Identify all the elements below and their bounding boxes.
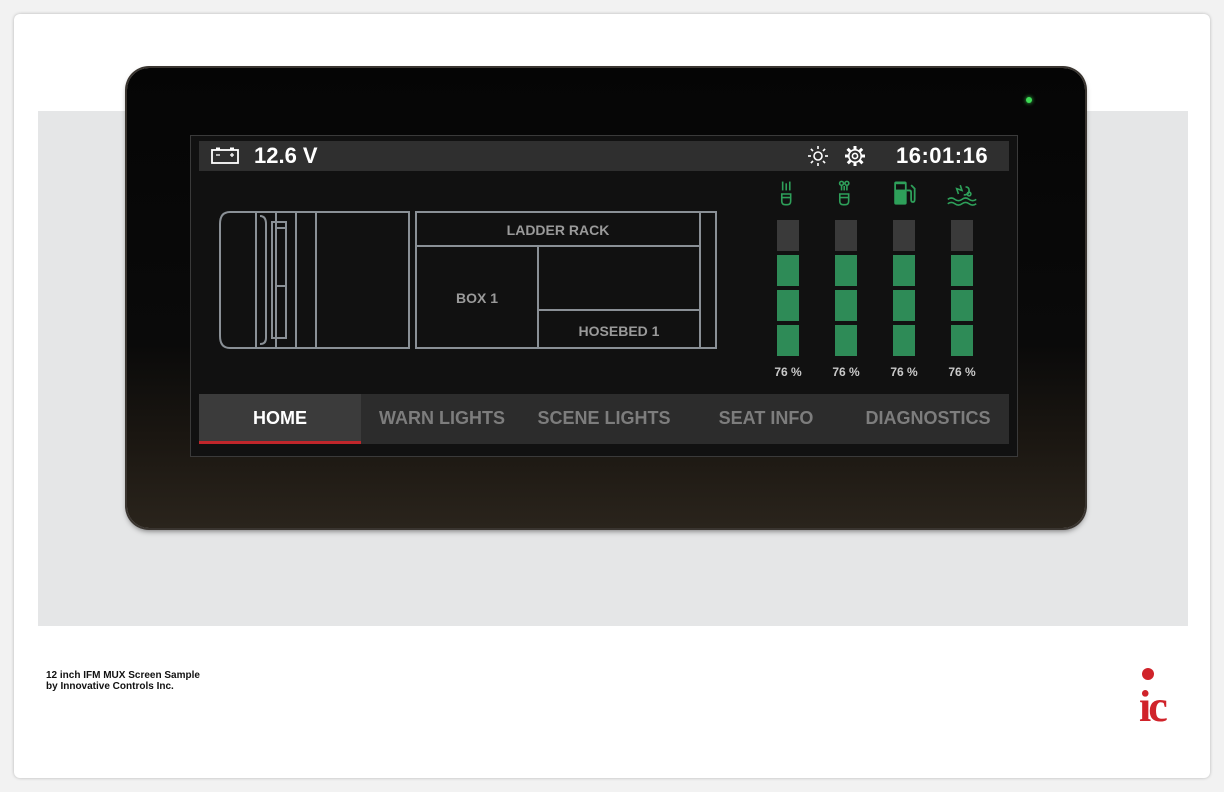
gauge-segment [893,290,915,321]
gauge-segment [893,255,915,286]
compartment-ladder-rack[interactable]: LADDER RACK [416,222,700,238]
gauge-segment [893,325,915,356]
gauge-segment [777,255,799,286]
gauge-segment [951,290,973,321]
tab-warn-lights[interactable]: WARN LIGHTS [361,394,523,444]
gauge-percent-label: 76 % [774,365,802,379]
caption-line-2: by Innovative Controls Inc. [46,681,174,692]
gauge-segment [893,220,915,251]
gauge-segment [777,290,799,321]
gauge-segment [835,255,857,286]
gauge-segment [835,220,857,251]
gauge-percent-label: 76 % [890,365,918,379]
gauge-percent-label: 76 % [832,365,860,379]
fuel-pump-icon [894,181,916,205]
logo-text: ic [1139,682,1167,723]
battery-icon [211,147,239,164]
voltage-readout: 12.6 V [254,143,318,168]
gauge-segment [777,220,799,251]
brightness-icon[interactable] [807,145,829,167]
compartment-hosebed-1[interactable]: HOSEBED 1 [538,323,700,339]
clock-readout: 16:01:16 [896,143,989,168]
compartment-box-1[interactable]: BOX 1 [416,290,538,306]
gauge-segment [951,325,973,356]
gauge-segment [951,255,973,286]
gauge-segment [835,325,857,356]
mux-screen: 12.6 V 16:01:16 LADDER RACK BOX 1 HOSEBE… [190,135,1018,457]
bottom-nav: HOME WARN LIGHTS SCENE LIGHTS SEAT INFO … [199,394,1009,444]
tab-diagnostics[interactable]: DIAGNOSTICS [847,394,1009,444]
innovative-controls-logo: ic [1139,668,1170,723]
gauge-segment [777,325,799,356]
tab-scene-lights[interactable]: SCENE LIGHTS [523,394,685,444]
tab-home[interactable]: HOME [199,394,361,444]
gauge-segment [835,290,857,321]
water-tank-icon [780,181,792,206]
foam-tank-icon [838,180,850,206]
gauge-segment [951,220,973,251]
tab-seat-info[interactable]: SEAT INFO [685,394,847,444]
power-led-icon [1026,97,1032,103]
status-bar: 12.6 V 16:01:16 [199,141,1009,171]
caption: 12 inch IFM MUX Screen Sample by Innovat… [46,670,200,692]
settings-gear-icon[interactable] [844,145,866,167]
def-fluid-icon [947,184,977,206]
gauge-percent-label: 76 % [948,365,976,379]
caption-line-1: 12 inch IFM MUX Screen Sample [46,670,200,681]
